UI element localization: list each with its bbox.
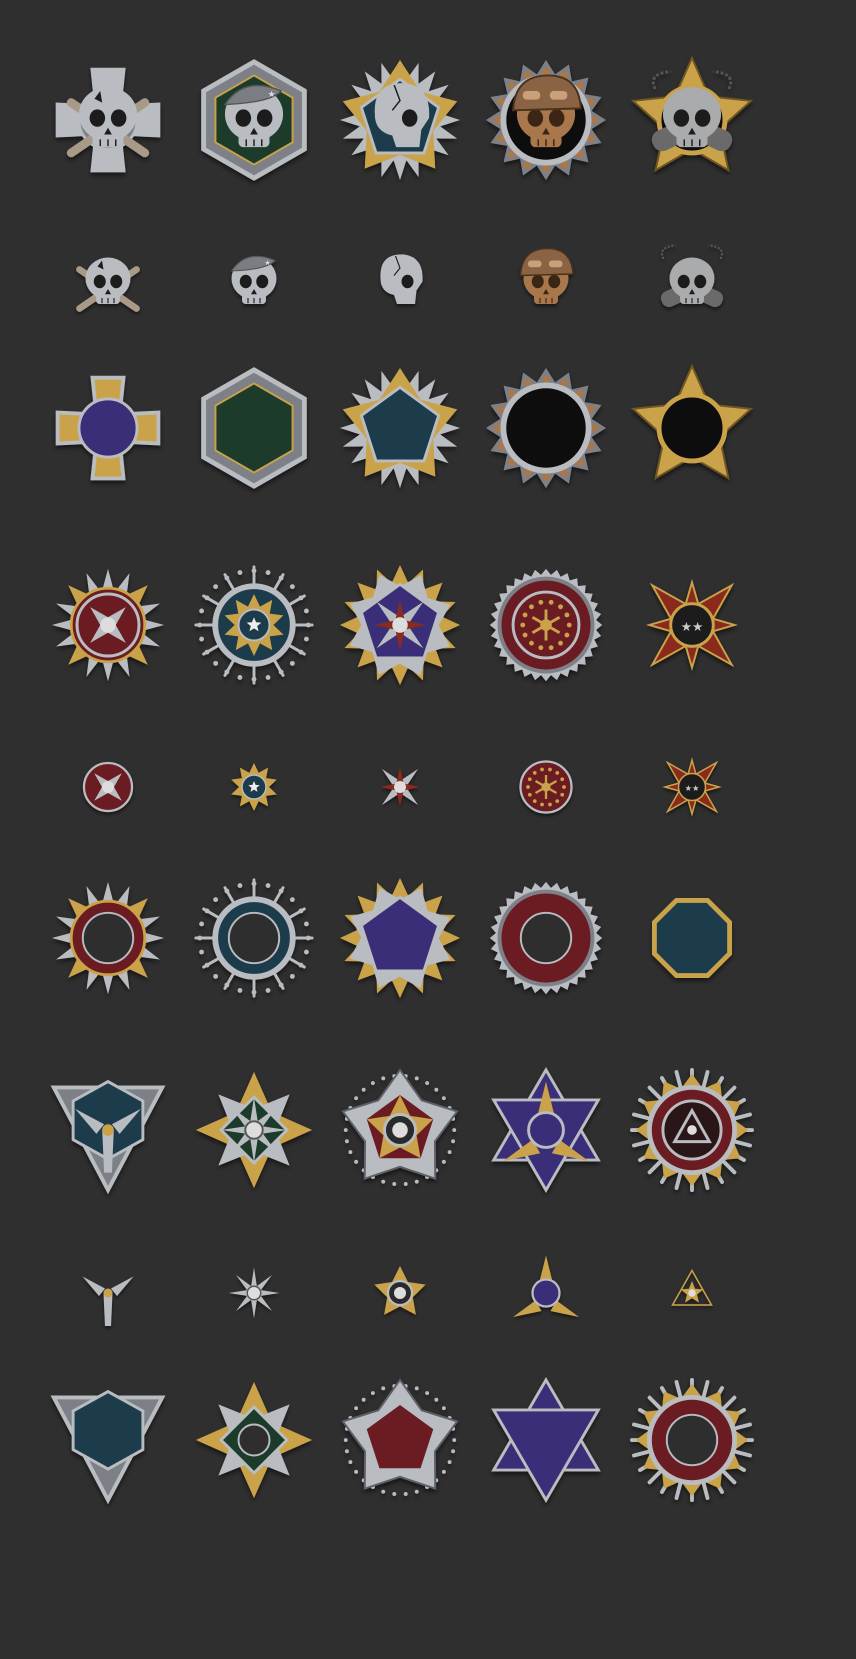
starburst-order-medal <box>192 563 316 687</box>
skull-dogtags-emblem <box>644 235 740 331</box>
star-base-art <box>630 363 754 481</box>
iron-cross-skull-medal-art <box>55 67 161 173</box>
inverted-triangle-base <box>46 1378 170 1505</box>
hexagon-base-art <box>201 367 307 489</box>
hexagon-base <box>192 366 316 490</box>
sunburst-ring-base-art <box>630 1378 754 1502</box>
triangle-star-emblem-art <box>671 1268 713 1306</box>
inverted-triangle-base-art <box>50 1389 166 1505</box>
helmet-skull-gear-medal-art <box>485 59 607 181</box>
red-cross-stars-emblem: ★★ <box>644 739 740 835</box>
iron-cross-skull-medal <box>46 58 170 182</box>
diamond-cross-base-art <box>195 1381 313 1499</box>
dogtag-skull-star-medal-art <box>630 55 754 173</box>
svg-text:★★: ★★ <box>681 619 704 634</box>
star-core-emblem <box>352 1245 448 1341</box>
cross-disc-emblem <box>60 739 156 835</box>
skull-helmet-emblem <box>498 235 594 331</box>
serrated-ring-base-art <box>489 881 603 995</box>
cracked-skull-spiked-pentagon-medal <box>338 58 462 182</box>
octagon-base-art <box>651 897 733 979</box>
x-rays-emblem-art <box>380 767 420 807</box>
hexagram-medal-art <box>491 1067 601 1193</box>
octagon-base <box>630 876 754 1000</box>
svg-text:★: ★ <box>265 259 271 267</box>
spiked-pentagon-base-art <box>339 367 461 489</box>
medal-sprite-sheet: ★ ★ ★★ ★★ <box>0 0 856 1659</box>
laurel-ring-medal <box>484 563 608 687</box>
svg-text:★★: ★★ <box>685 783 700 793</box>
star-base <box>630 363 754 490</box>
gear-ring-base-art <box>485 367 607 489</box>
tri-wings-emblem <box>60 1245 156 1341</box>
star-pentagon-base-art <box>341 1378 459 1496</box>
laurel-ring-medal-art <box>489 568 603 682</box>
diamond-cross-medal-art <box>195 1071 313 1189</box>
tri-wings-emblem-art <box>82 1276 134 1326</box>
inverted-triangle-medal <box>46 1068 170 1195</box>
inverted-triangle-medal-art <box>50 1079 166 1195</box>
skull-crossbones-emblem-art <box>76 257 140 312</box>
star-pentagon-medal <box>338 1068 462 1192</box>
pentagon-sunburst-base-art <box>339 877 461 999</box>
skull-dogtags-emblem-art <box>660 244 724 308</box>
hexagram-base <box>484 1377 608 1503</box>
tri-blades-emblem-art <box>513 1255 579 1317</box>
laurel-disc-emblem-art <box>519 760 573 814</box>
helmet-skull-gear-medal <box>484 58 608 182</box>
red-cross-stars-emblem-art: ★★ <box>662 757 722 817</box>
pentagon-sunburst-medal <box>338 563 462 687</box>
maltese-ring-base <box>46 876 170 1000</box>
pentagon-sunburst-medal-art <box>339 564 461 686</box>
cross-disc-emblem-art <box>82 761 134 813</box>
gear-ring-base <box>484 366 608 490</box>
star-disc-emblem <box>206 739 302 835</box>
beret-skull-hexagon-medal: ★ <box>192 58 316 182</box>
maltese-order-medal-art <box>51 568 165 682</box>
skull-side-emblem <box>352 235 448 331</box>
petal-cross-emblem <box>206 1245 302 1341</box>
starburst-ring-base <box>192 876 316 1000</box>
star-pentagon-medal-art <box>341 1068 459 1186</box>
laurel-disc-emblem <box>498 739 594 835</box>
red-cross-stars-medal: ★★ <box>630 563 754 687</box>
diamond-cross-medal <box>192 1068 316 1192</box>
beret-skull-hexagon-medal-art: ★ <box>201 59 307 181</box>
hexagram-medal <box>484 1067 608 1193</box>
spiked-pentagon-base <box>338 366 462 490</box>
starburst-ring-base-art <box>194 878 314 998</box>
x-rays-emblem <box>352 739 448 835</box>
skull-helmet-emblem-art <box>519 247 574 304</box>
maltese-ring-base-art <box>51 881 165 995</box>
sunburst-ring-base <box>630 1378 754 1502</box>
iron-cross-base-art <box>55 375 161 481</box>
star-core-emblem-art <box>374 1266 426 1315</box>
starburst-order-medal-art <box>194 565 314 685</box>
skull-beret-emblem: ★ <box>206 235 302 331</box>
tri-blades-emblem <box>498 1245 594 1341</box>
triangle-star-emblem <box>644 1245 740 1341</box>
skull-crossbones-emblem <box>60 235 156 331</box>
sunburst-ring-medal-art <box>630 1068 754 1192</box>
hexagram-base-art <box>491 1377 601 1503</box>
iron-cross-base <box>46 366 170 490</box>
skull-beret-emblem-art: ★ <box>230 255 277 304</box>
pentagon-sunburst-base <box>338 876 462 1000</box>
cracked-skull-spiked-pentagon-medal-art <box>339 59 461 181</box>
skull-side-emblem-art <box>380 254 423 304</box>
dogtag-skull-star-medal <box>630 55 754 182</box>
petal-cross-emblem-art <box>228 1267 280 1319</box>
diamond-cross-base <box>192 1378 316 1502</box>
red-cross-stars-medal-art: ★★ <box>645 578 739 672</box>
star-pentagon-base <box>338 1378 462 1502</box>
star-disc-emblem-art <box>231 763 277 811</box>
svg-text:★: ★ <box>268 90 276 100</box>
sunburst-ring-medal <box>630 1068 754 1192</box>
maltese-order-medal <box>46 563 170 687</box>
serrated-ring-base <box>484 876 608 1000</box>
